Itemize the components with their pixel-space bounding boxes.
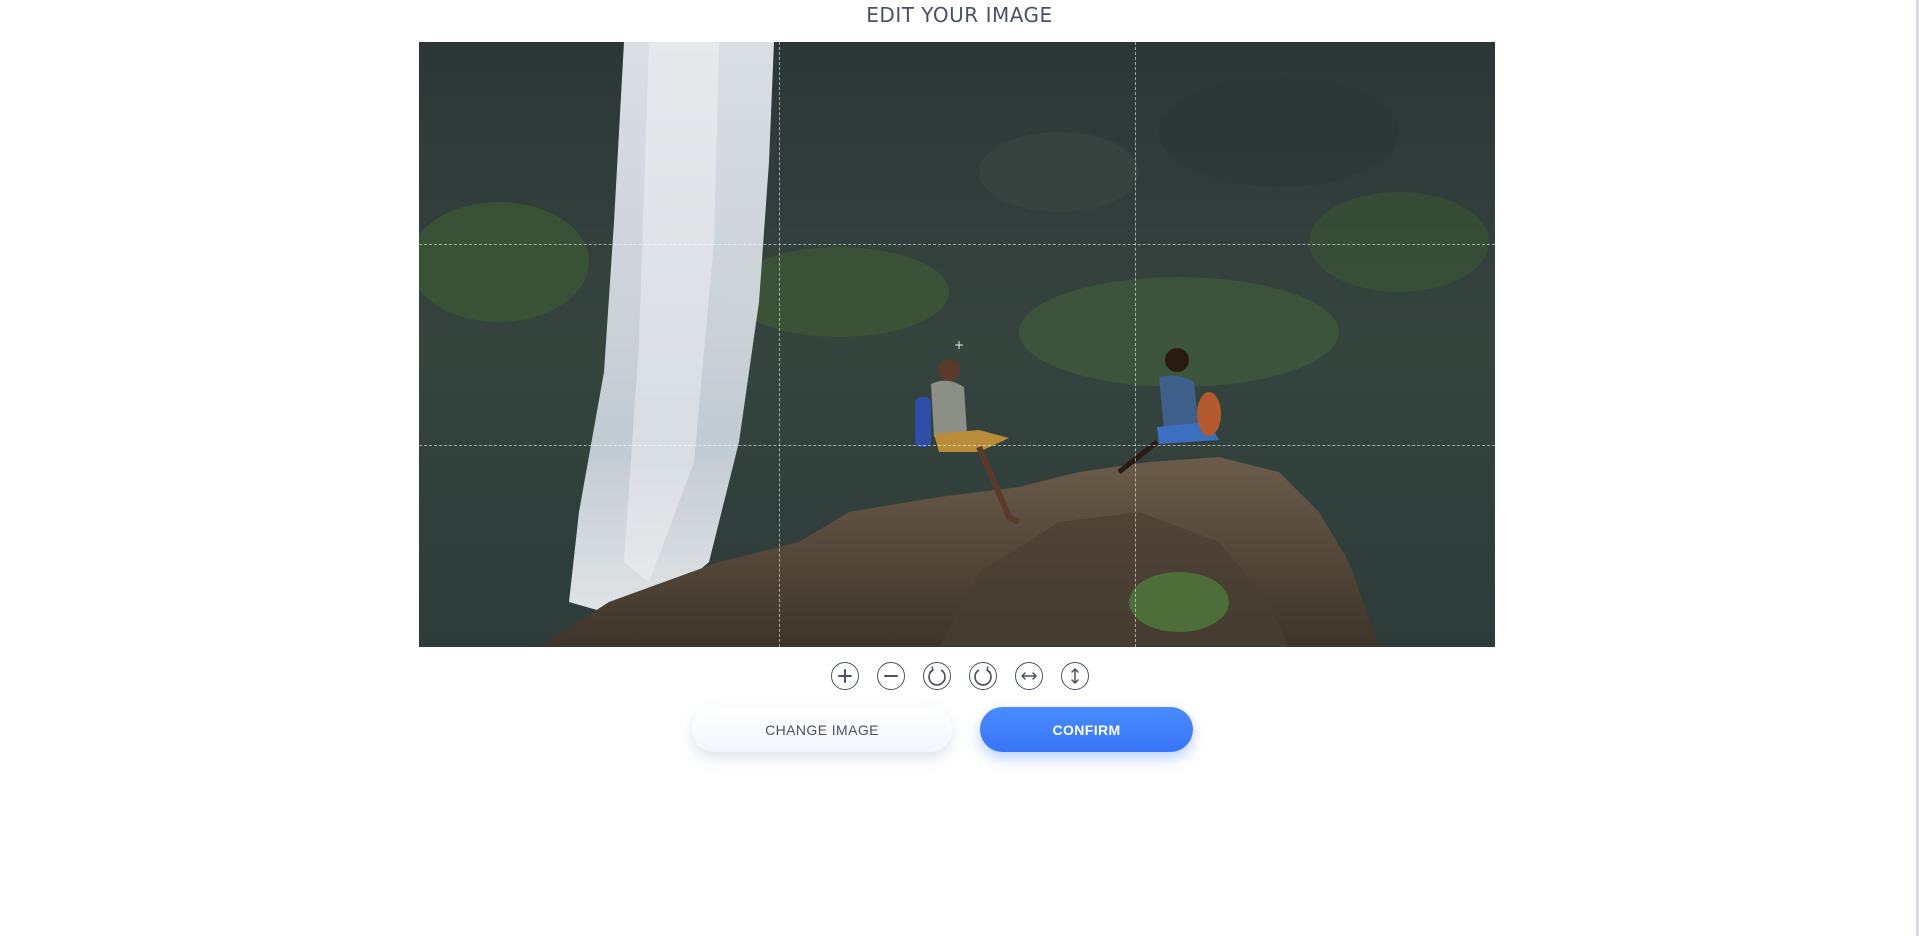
rotate-right-icon — [973, 666, 992, 686]
rotate-left-button[interactable] — [922, 662, 951, 690]
crop-center-crosshair[interactable]: + — [953, 339, 965, 351]
flip-vertical-icon — [1070, 668, 1079, 684]
page-title: EDIT YOUR IMAGE — [866, 3, 1053, 27]
rotate-left-icon — [927, 666, 946, 686]
image-editor-page: EDIT YOUR IMAGE + CHANGE IMAGE CONFIRM — [0, 0, 1919, 936]
flip-vertical-button[interactable] — [1060, 662, 1089, 690]
confirm-button[interactable]: CONFIRM — [980, 707, 1193, 752]
zoom-out-icon — [883, 675, 898, 677]
change-image-button[interactable]: CHANGE IMAGE — [692, 707, 952, 752]
rotate-right-button[interactable] — [968, 662, 997, 690]
zoom-in-button[interactable] — [830, 662, 859, 690]
editor-toolbar — [0, 662, 1919, 690]
flip-horizontal-button[interactable] — [1014, 662, 1043, 690]
crop-canvas[interactable]: + — [419, 42, 1495, 647]
flip-horizontal-icon — [1020, 672, 1037, 680]
zoom-out-button[interactable] — [876, 662, 905, 690]
zoom-in-icon — [837, 669, 852, 683]
